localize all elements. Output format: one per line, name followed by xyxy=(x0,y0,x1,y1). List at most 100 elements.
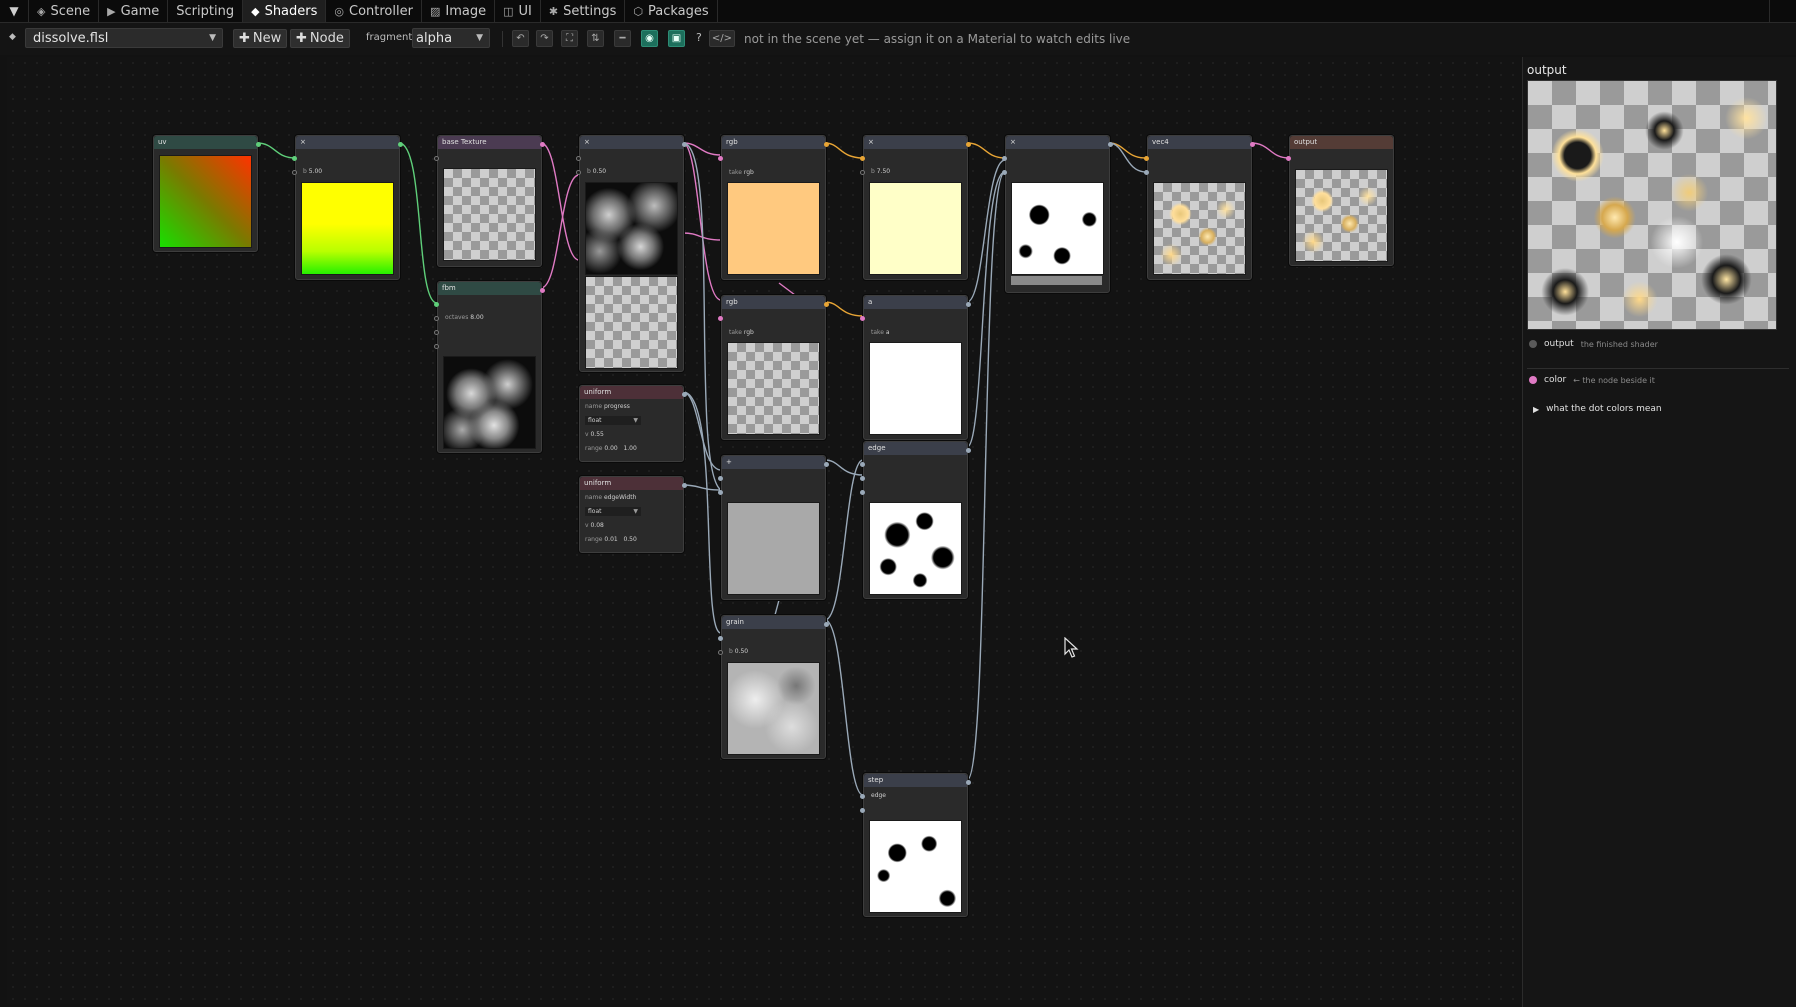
undo-icon[interactable]: ↶ xyxy=(512,30,529,47)
base-texture-node[interactable]: base Texture xyxy=(434,135,545,267)
uniform-value-field[interactable]: v 0.55 xyxy=(585,431,604,438)
new-button[interactable]: ✚ New xyxy=(233,29,288,48)
output-port[interactable] xyxy=(1250,142,1255,147)
add-node[interactable]: + xyxy=(718,455,829,600)
output-port[interactable] xyxy=(966,780,971,785)
input-port[interactable] xyxy=(1144,156,1149,161)
tab-scripting[interactable]: Scripting xyxy=(168,0,244,22)
alpha-node[interactable]: a take a xyxy=(860,295,971,440)
rgb-node[interactable]: rgb take rgb xyxy=(718,135,829,280)
output-port[interactable] xyxy=(966,302,971,307)
step-node[interactable]: step edge xyxy=(860,773,971,917)
shader-file-select[interactable]: dissolve.flsl ▼ xyxy=(25,28,223,48)
uniform-range-field[interactable]: range 0.01 0.50 xyxy=(585,536,637,543)
tab-scene[interactable]: ◈ Scene xyxy=(29,0,100,22)
input-port[interactable] xyxy=(718,156,723,161)
input-port[interactable] xyxy=(718,650,723,655)
input-port[interactable] xyxy=(1002,170,1007,175)
uniform-type-select[interactable]: float ▼ xyxy=(585,416,641,425)
fit-view-icon[interactable]: ⛶ xyxy=(561,30,578,47)
preview-eye-icon[interactable]: ◉ xyxy=(641,30,658,47)
sort-icon[interactable]: ⇅ xyxy=(587,30,604,47)
tab-ui[interactable]: ◫ UI xyxy=(495,0,541,22)
output-node[interactable]: output xyxy=(1286,135,1394,266)
input-port[interactable] xyxy=(434,344,439,349)
input-port[interactable] xyxy=(1002,156,1007,161)
scale-field[interactable]: b 5.00 xyxy=(303,168,322,175)
output-port[interactable] xyxy=(824,622,829,627)
factor-field[interactable]: b 0.50 xyxy=(587,168,606,175)
code-view-button[interactable]: </> xyxy=(709,30,735,47)
octaves-field[interactable]: octaves 8.00 xyxy=(445,314,484,321)
input-port[interactable] xyxy=(718,316,723,321)
input-port[interactable] xyxy=(434,316,439,321)
help-button[interactable]: ? xyxy=(696,31,702,44)
input-port[interactable] xyxy=(860,156,865,161)
uniform-name-field[interactable]: name progress xyxy=(585,403,630,410)
tab-image[interactable]: ▨ Image xyxy=(422,0,496,22)
input-port[interactable] xyxy=(1144,170,1149,175)
edge-node[interactable]: edge xyxy=(860,441,971,599)
input-port[interactable] xyxy=(860,316,865,321)
input-port[interactable] xyxy=(434,302,439,307)
input-port[interactable] xyxy=(434,330,439,335)
output-port[interactable] xyxy=(824,302,829,307)
output-port[interactable] xyxy=(682,142,687,147)
input-port[interactable] xyxy=(860,170,865,175)
output-port[interactable] xyxy=(824,142,829,147)
input-port[interactable] xyxy=(718,490,723,495)
input-port[interactable] xyxy=(1286,156,1291,161)
output-port[interactable] xyxy=(256,142,261,147)
tab-game[interactable]: ▶ Game xyxy=(99,0,169,22)
input-port[interactable] xyxy=(860,794,865,799)
multiply-node[interactable]: × b 5.00 xyxy=(292,135,403,280)
uniform-node[interactable]: uniform name progress float ▼ v 0.55 ran… xyxy=(579,385,687,462)
output-port[interactable] xyxy=(682,392,687,397)
fbm-node[interactable]: fbm octaves 8.00 xyxy=(434,281,545,453)
blend-mode-select[interactable]: alpha ▼ xyxy=(412,28,490,48)
output-port[interactable] xyxy=(1108,142,1113,147)
dot-colors-disclosure[interactable]: ▶ what the dot colors mean xyxy=(1533,404,1662,414)
input-port[interactable] xyxy=(860,808,865,813)
output-port[interactable] xyxy=(966,448,971,453)
window-control[interactable] xyxy=(1769,0,1796,22)
input-port[interactable] xyxy=(860,476,865,481)
rgb-node[interactable]: rgb take rgb xyxy=(718,295,829,440)
uniform-value-field[interactable]: v 0.08 xyxy=(585,522,604,529)
input-port[interactable] xyxy=(718,636,723,641)
collapse-icon[interactable]: ━ xyxy=(614,30,631,47)
swizzle-field[interactable]: take a xyxy=(871,329,890,336)
input-port[interactable] xyxy=(718,476,723,481)
swizzle-field[interactable]: take rgb xyxy=(729,169,754,176)
tab-settings[interactable]: ✱ Settings xyxy=(541,0,626,22)
output-preview-image[interactable] xyxy=(1527,80,1777,330)
menu-toggle-icon[interactable]: ▼ xyxy=(0,0,29,22)
input-port[interactable] xyxy=(860,490,865,495)
input-port[interactable] xyxy=(576,170,581,175)
input-port[interactable] xyxy=(860,462,865,467)
frame-toggle-icon[interactable]: ▣ xyxy=(668,30,685,47)
output-port[interactable] xyxy=(824,462,829,467)
uniform-type-select[interactable]: float ▼ xyxy=(585,507,641,516)
output-port[interactable] xyxy=(540,288,545,293)
input-port[interactable] xyxy=(292,156,297,161)
multiply-node[interactable]: × b 0.50 xyxy=(576,135,687,372)
input-port[interactable] xyxy=(434,156,439,161)
redo-icon[interactable]: ↷ xyxy=(536,30,553,47)
tab-controller[interactable]: ◎ Controller xyxy=(326,0,422,22)
output-port[interactable] xyxy=(398,142,403,147)
multiply-node[interactable]: × xyxy=(1002,135,1113,293)
uniform-name-field[interactable]: name edgeWidth xyxy=(585,494,636,501)
output-port[interactable] xyxy=(682,483,687,488)
swizzle-field[interactable]: take rgb xyxy=(729,329,754,336)
input-port[interactable] xyxy=(576,156,581,161)
uv-node[interactable]: uv xyxy=(153,135,261,252)
multiply-node[interactable]: × b 7.50 xyxy=(860,135,971,280)
grain-node[interactable]: grain b 0.50 xyxy=(718,615,829,759)
output-port[interactable] xyxy=(966,142,971,147)
tab-packages[interactable]: ⬡ Packages xyxy=(625,0,718,22)
add-node-button[interactable]: ✚ Node xyxy=(290,29,350,48)
input-port[interactable] xyxy=(292,170,297,175)
tab-shaders[interactable]: ◆ Shaders xyxy=(243,0,327,22)
uniform-range-field[interactable]: range 0.00 1.00 xyxy=(585,445,637,452)
